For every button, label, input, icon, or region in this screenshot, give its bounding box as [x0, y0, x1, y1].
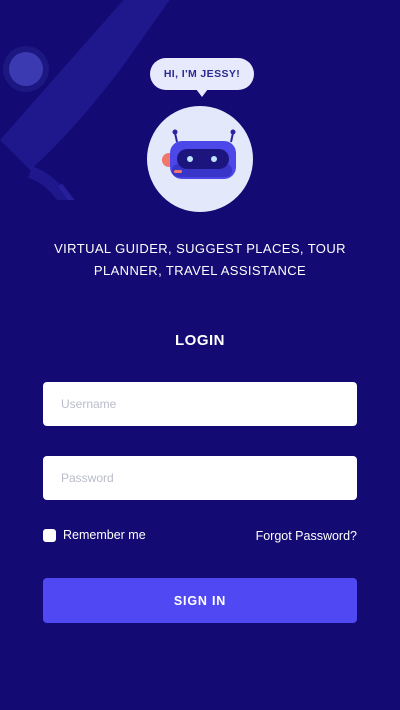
remember-me-label: Remember me: [63, 528, 146, 542]
robot-avatar: [147, 106, 253, 212]
decorative-dot: [9, 52, 43, 86]
tagline-line-2: PLANNER, TRAVEL ASSISTANCE: [93, 263, 307, 278]
assistant-tagline: VIRTUAL GUIDER, SUGGEST PLACES, TOUR PLA…: [20, 238, 380, 282]
username-input[interactable]: [43, 382, 357, 426]
speech-bubble: HI, I'M JESSY!: [150, 58, 254, 97]
login-screen: HI, I'M JESSY! VIRTUAL GUIDER, SUGGEST P…: [0, 0, 400, 710]
greeting-text: HI, I'M JESSY!: [163, 68, 241, 80]
tagline-line-1: VIRTUAL GUIDER, SUGGEST PLACES, TOUR: [54, 241, 346, 256]
sign-in-button[interactable]: SIGN IN: [43, 578, 357, 623]
forgot-password-link[interactable]: Forgot Password?: [256, 529, 357, 543]
password-input[interactable]: [43, 456, 357, 500]
remember-me[interactable]: Remember me: [43, 528, 146, 542]
robot-icon: [162, 129, 236, 179]
login-title: LOGIN: [175, 332, 225, 349]
remember-me-checkbox[interactable]: [43, 528, 56, 542]
